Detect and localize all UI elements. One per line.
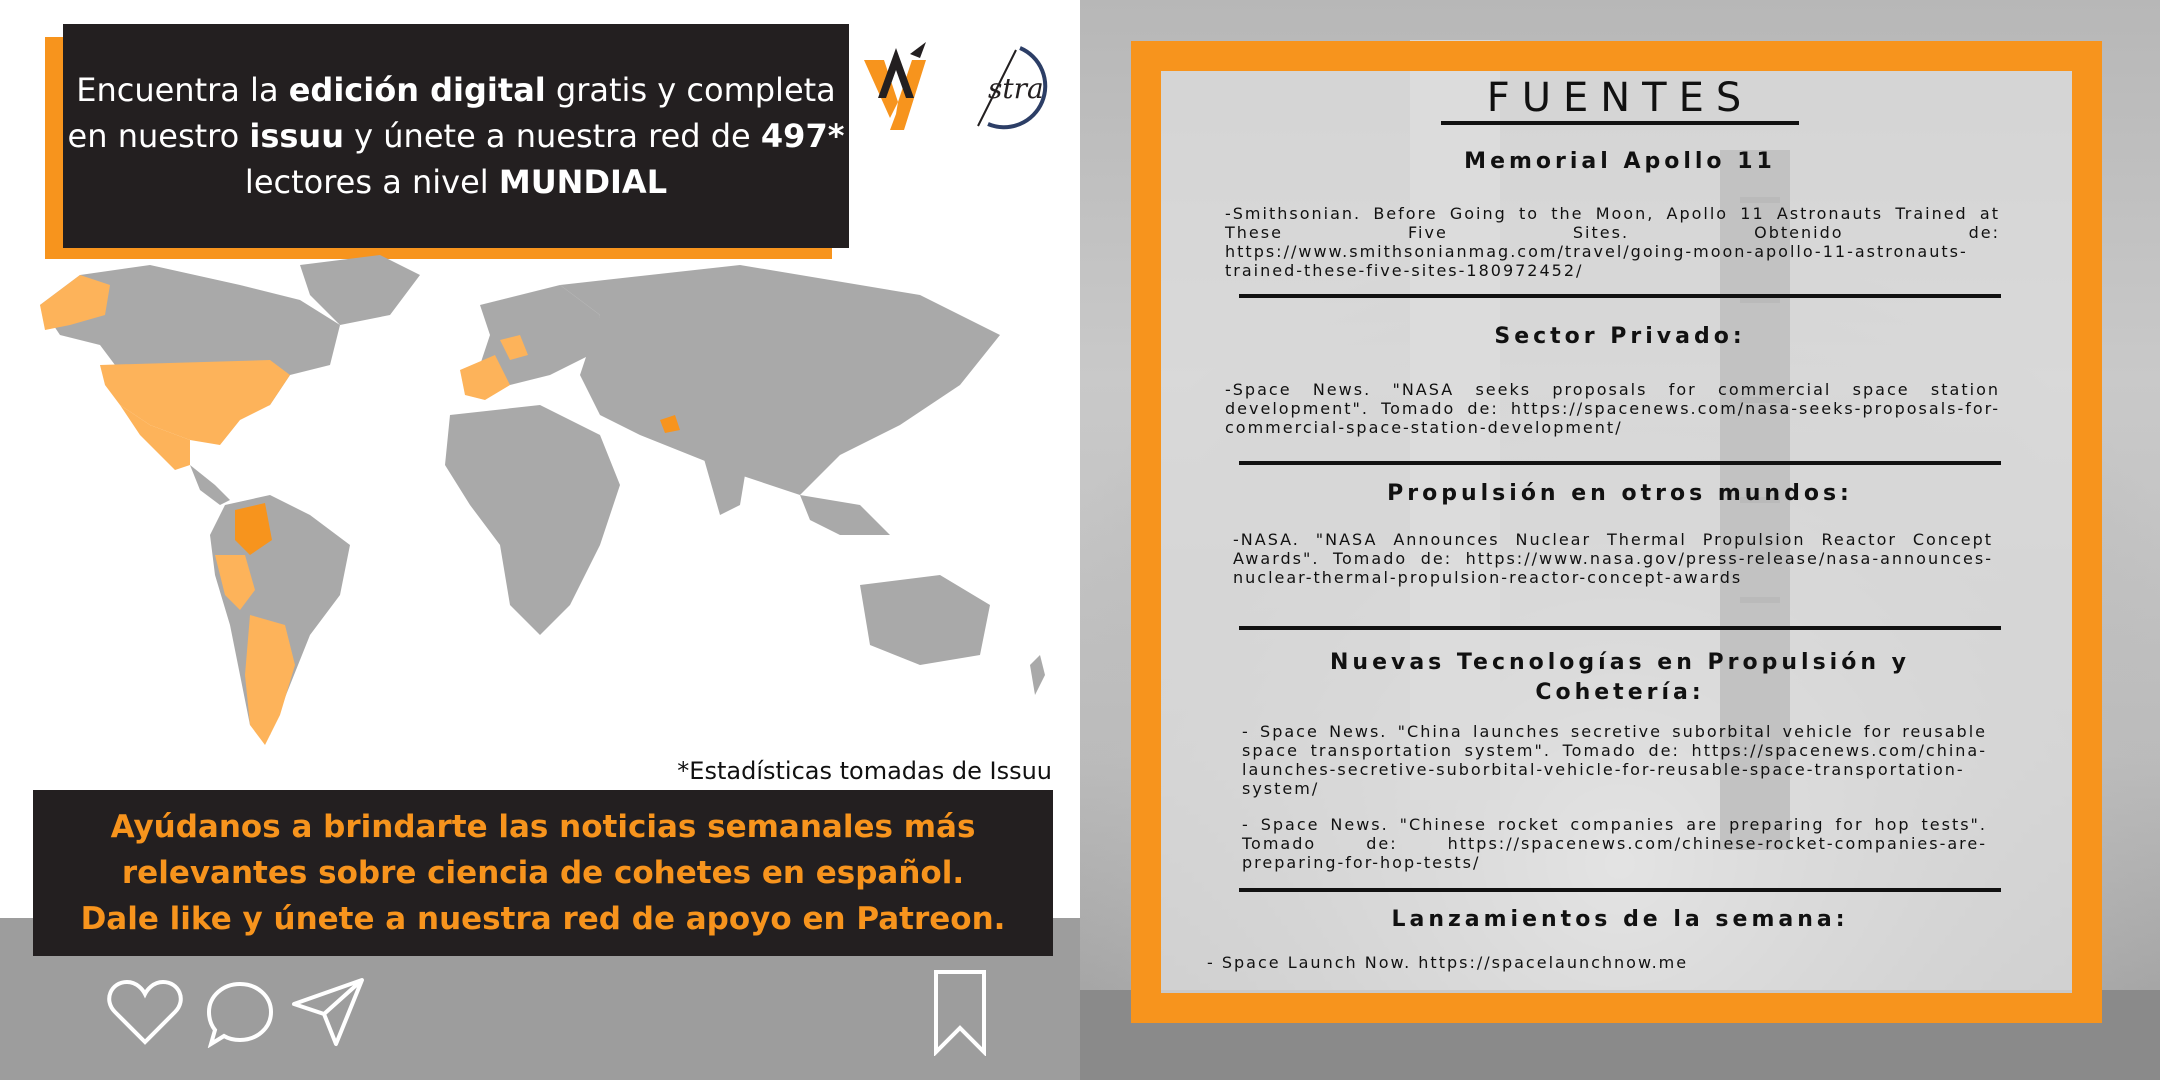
- section-body[interactable]: - Space Launch Now. https://spacelaunchn…: [1207, 953, 2007, 972]
- astra-logo-text: stra: [988, 72, 1044, 105]
- heart-icon[interactable]: [107, 978, 183, 1046]
- section-heading: Lanzamientos de la semana:: [1391, 907, 1849, 932]
- cta-box: Ayúdanos a brindarte las noticias semana…: [33, 790, 1053, 956]
- map-central-america: [190, 465, 230, 505]
- promo-text: lectores a nivel: [244, 163, 499, 201]
- left-panel: Encuentra la edición digital gratis y co…: [0, 0, 1080, 1080]
- section-body: - Space News. "Chinese rocket companies …: [1242, 815, 1987, 872]
- av-logo-icon: [864, 42, 926, 130]
- map-new-zealand: [1030, 655, 1045, 695]
- promo-text: en nuestro: [67, 117, 250, 155]
- section-body: -NASA. "NASA Announces Nuclear Thermal P…: [1233, 530, 1993, 587]
- sources-title: FUENTES: [1486, 75, 1754, 121]
- cta-line-1: Ayúdanos a brindarte las noticias semana…: [110, 809, 976, 845]
- section-body: -Smithsonian. Before Going to the Moon, …: [1225, 204, 2000, 280]
- promo-text: y únete a nuestra red de: [343, 117, 761, 155]
- section-heading: Memorial Apollo 11: [1464, 149, 1776, 174]
- section-heading: Sector Privado:: [1494, 324, 1746, 349]
- bookmark-icon[interactable]: [932, 968, 988, 1056]
- map-australia: [860, 575, 990, 665]
- right-panel: FUENTES Memorial Apollo 11 -Smithsonian.…: [1080, 0, 2160, 1080]
- stats-note: *Estadísticas tomadas de Issuu: [677, 757, 1052, 785]
- promo-bold-count: 497*: [760, 117, 845, 155]
- section-body: -Space News. "NASA seeks proposals for c…: [1225, 380, 2000, 437]
- map-africa: [445, 405, 620, 635]
- sources-title-underline: [1441, 121, 1799, 125]
- section-divider: [1239, 888, 2001, 892]
- promo-bold-issuu[interactable]: issuu: [249, 117, 344, 155]
- map-southeast-asia: [800, 495, 890, 535]
- promo-text: Encuentra la: [76, 71, 289, 109]
- map-usa: [100, 360, 290, 445]
- section-body: - Space News. "China launches secretive …: [1242, 722, 1987, 798]
- section-heading: Propulsión en otros mundos:: [1387, 481, 1853, 506]
- promo-bold-digital: edición digital: [288, 71, 546, 109]
- map-asia: [560, 265, 1000, 495]
- cta-line-3[interactable]: Dale like y únete a nuestra red de apoyo…: [81, 896, 1006, 942]
- promo-line-3: lectores a nivel MUNDIAL: [245, 159, 667, 205]
- promo-bold-mundial: MUNDIAL: [498, 163, 668, 201]
- promo-text: gratis y completa: [545, 71, 836, 109]
- send-icon[interactable]: [290, 976, 366, 1048]
- promo-line-2: en nuestro issuu y únete a nuestra red d…: [68, 113, 845, 159]
- promo-line-1: Encuentra la edición digital gratis y co…: [76, 67, 836, 113]
- comment-icon[interactable]: [205, 980, 275, 1048]
- section-divider: [1239, 294, 2001, 298]
- cta-line-2: relevantes sobre ciencia de cohetes en e…: [121, 855, 965, 891]
- map-india: [700, 445, 750, 515]
- astra-logo-icon: stra: [977, 46, 1048, 130]
- section-divider: [1239, 626, 2001, 630]
- section-heading: Nuevas Tecnologías en Propulsión y Cohet…: [1330, 650, 1910, 705]
- section-divider: [1239, 461, 2001, 465]
- world-map: [40, 255, 1045, 745]
- promo-box: Encuentra la edición digital gratis y co…: [63, 24, 849, 248]
